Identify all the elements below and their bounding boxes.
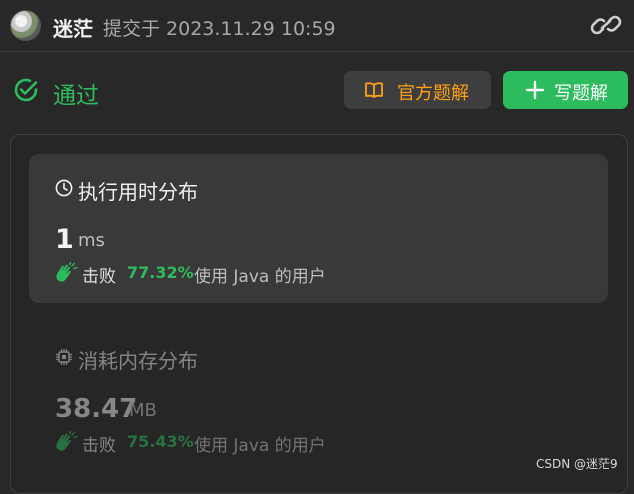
clock-icon — [55, 179, 73, 197]
clapping-hands-icon — [56, 262, 78, 282]
runtime-value: 1 — [55, 224, 74, 255]
official-solution-label: 官方题解 — [397, 83, 469, 104]
chip-icon — [56, 349, 72, 365]
write-solution-label: 写题解 — [554, 83, 608, 104]
memory-beats-tail: 使用 Java 的用户 — [194, 436, 326, 456]
avatar[interactable] — [10, 10, 41, 41]
submission-header: 迷茫 提交于 2023.11.29 10:59 — [0, 0, 634, 52]
link-icon[interactable] — [589, 11, 623, 39]
check-circle-icon — [14, 78, 38, 102]
runtime-beats-percent: 77.32% — [127, 263, 194, 282]
clapping-hands-icon — [56, 431, 78, 451]
watermark: CSDN @迷茫9 — [536, 457, 618, 471]
memory-title: 消耗内存分布 — [78, 349, 198, 373]
book-icon — [365, 82, 383, 98]
runtime-unit: ms — [78, 230, 105, 251]
memory-beats-percent: 75.43% — [127, 432, 194, 451]
write-solution-button[interactable]: 写题解 — [503, 71, 628, 109]
official-solution-button[interactable]: 官方题解 — [344, 71, 491, 109]
runtime-beats-word: 击败 — [82, 267, 116, 287]
memory-beats-word: 击败 — [82, 436, 116, 456]
submission-time: 提交于 2023.11.29 10:59 — [103, 18, 336, 40]
memory-value: 38.47 — [55, 394, 138, 424]
memory-unit: MB — [129, 400, 157, 421]
runtime-beats-tail: 使用 Java 的用户 — [194, 267, 326, 287]
runtime-title: 执行用时分布 — [78, 180, 198, 204]
status-accepted-label: 通过 — [53, 83, 99, 109]
username[interactable]: 迷茫 — [53, 13, 93, 42]
plus-icon — [525, 80, 545, 100]
